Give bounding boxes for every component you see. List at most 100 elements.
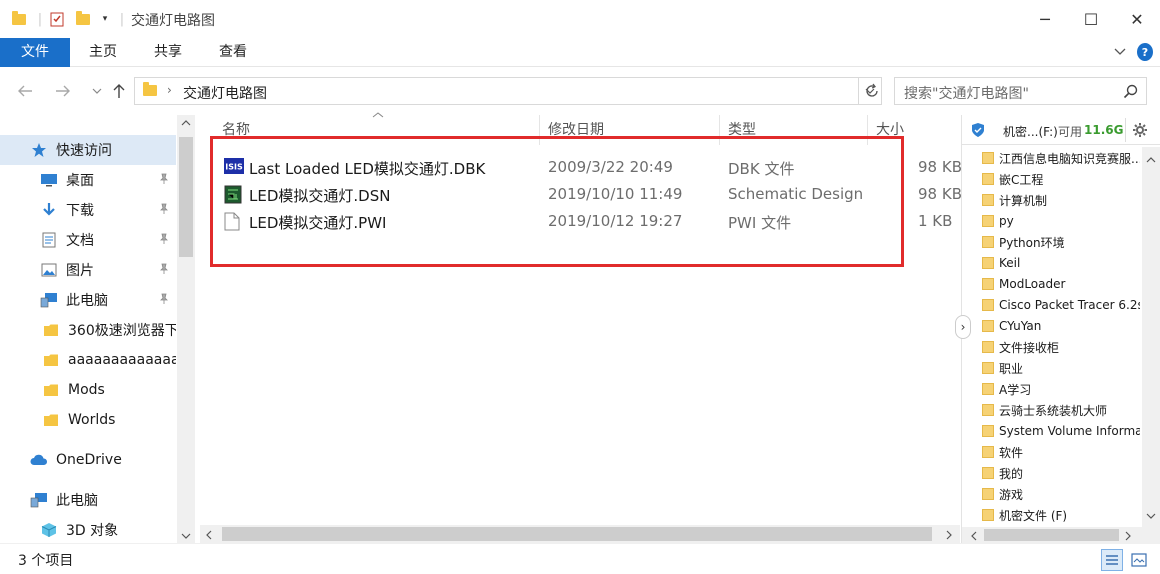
free-space-label: 可用 [1058,125,1083,139]
side-folder-item[interactable]: 游戏 [982,484,1140,504]
back-button[interactable] [14,79,36,103]
large-icons-view-icon[interactable] [1128,549,1150,571]
search-input[interactable]: 搜索"交通灯电路图" [904,83,1029,103]
horizontal-scroll-thumb[interactable] [222,527,932,541]
side-folder-item[interactable]: 计算机制 [982,190,1140,210]
maximize-button[interactable]: ☐ [1068,0,1114,38]
highlight-annotation-box [210,136,904,267]
side-folder-item[interactable]: Keil [982,253,1140,273]
tab-share[interactable]: 共享 [145,38,191,67]
side-folder-item[interactable]: System Volume Informa [982,421,1140,441]
side-folder-item[interactable]: 我的 [982,463,1140,483]
sidebar-item-label: 图片 [66,263,94,279]
sidebar-item-label: 此电脑 [56,493,98,509]
tab-home[interactable]: 主页 [80,38,126,67]
side-folder-item[interactable]: 云骑士系统装机大师 [982,400,1140,420]
side-folder-item[interactable]: 职业 [982,358,1140,378]
tab-file[interactable]: 文件 [0,38,70,67]
breadcrumb-chevron-icon[interactable]: › [167,83,172,97]
breadcrumb-current[interactable]: 交通灯电路图 [183,83,267,103]
side-scrollbar[interactable] [1142,147,1160,543]
properties-icon[interactable] [48,10,66,28]
address-bar[interactable]: › 交通灯电路图 [134,77,859,105]
folder-icon [982,278,994,290]
close-button[interactable]: ✕ [1114,0,1160,38]
pin-icon[interactable] [158,263,170,278]
folder-icon [982,299,994,311]
side-folder-item[interactable]: CYuYan [982,316,1140,336]
side-folder-label: A学习 [999,382,1032,397]
folder-icon [982,194,994,206]
sidebar-item[interactable]: aaaaaaaaaaaaaaaa [0,345,176,375]
recent-locations-button[interactable] [86,79,108,103]
sidebar-item[interactable]: 此电脑 [0,485,176,515]
side-folder-item[interactable]: 嵌C工程 [982,169,1140,189]
side-folder-item[interactable]: ModLoader [982,274,1140,294]
folder-icon [982,467,994,479]
gear-icon[interactable] [1132,122,1148,141]
new-folder-icon[interactable] [74,10,92,28]
scroll-right-icon[interactable] [945,529,953,544]
sidebar-item[interactable]: 文档 [0,225,176,255]
sidebar-item[interactable]: 3D 对象 [0,515,176,545]
scroll-left-icon[interactable] [205,529,213,544]
customize-toolbar-icon[interactable]: ▾ [98,10,112,28]
scroll-up-icon[interactable] [181,119,191,130]
side-scroll-up-icon[interactable] [1146,153,1156,168]
side-horizontal-scrollbar[interactable] [962,527,1142,543]
sidebar-item[interactable]: 桌面 [0,165,176,195]
forward-button[interactable] [52,79,74,103]
sidebar-item[interactable]: 360极速浏览器下 [0,315,176,345]
up-button[interactable] [108,79,130,103]
side-folder-item[interactable]: py [982,211,1140,231]
side-folder-label: 软件 [999,445,1024,460]
side-folder-item[interactable]: 江西信息电脑知识竞赛服... [982,148,1140,168]
pin-icon[interactable] [158,233,170,248]
side-folder-label: CYuYan [999,319,1042,333]
minimize-button[interactable]: ─ [1022,0,1068,38]
sidebar-item-label: Mods [68,382,105,398]
sidebar-item[interactable]: Mods [0,375,176,405]
chevron-down-icon[interactable] [1112,44,1128,60]
sidebar-item[interactable]: 下载 [0,195,176,225]
download-icon [40,202,58,218]
side-collapse-chevron-icon[interactable]: › [955,315,971,339]
nav-scroll-thumb[interactable] [179,137,193,257]
side-folder-item[interactable]: Cisco Packet Tracer 6.2s [982,295,1140,315]
desktop-icon [40,172,58,188]
side-folder-item[interactable]: 机密文件 (F) [982,505,1140,525]
sidebar-item[interactable]: Worlds [0,405,176,435]
file-size: 1 KB [918,212,953,230]
help-icon[interactable]: ? [1137,43,1153,61]
side-folder-label: 江西信息电脑知识竞赛服... [999,151,1140,166]
side-folder-item[interactable]: A学习 [982,379,1140,399]
folder-icon [982,509,994,521]
pin-icon[interactable] [158,173,170,188]
sidebar-item[interactable]: 快速访问 [0,135,176,165]
side-folder-item[interactable]: 文件接收柜 [982,337,1140,357]
computer-icon [40,292,58,308]
pin-icon[interactable] [158,293,170,308]
shield-icon [971,122,985,141]
sidebar-item[interactable]: 此电脑 [0,285,176,315]
folder-icon [982,173,994,185]
sidebar-item[interactable]: OneDrive [0,445,176,475]
details-view-icon[interactable] [1101,549,1123,571]
side-folder-item[interactable]: Python环境 [982,232,1140,252]
drive-label[interactable]: 机密...(F:) [1003,123,1058,140]
side-horizontal-thumb[interactable] [984,529,1119,541]
drive-side-panel: 机密...(F:) 可用 11.6G 江西信息电脑知识竞赛服... 嵌C工程 计算机… [955,115,1160,543]
tab-view[interactable]: 查看 [210,38,256,67]
scroll-down-icon[interactable] [181,529,191,544]
folder-icon [982,404,994,416]
folder-icon [143,82,157,96]
side-folder-label: ModLoader [999,277,1066,291]
search-box[interactable]: 搜索"交通灯电路图" [894,77,1147,105]
search-icon[interactable] [1123,84,1138,103]
pin-icon[interactable] [158,203,170,218]
side-folder-item[interactable]: 软件 [982,442,1140,462]
side-scroll-down-icon[interactable] [1146,509,1156,524]
status-bar: 3 个项目 [0,543,1160,574]
side-folder-label: 我的 [999,466,1024,481]
sidebar-item[interactable]: 图片 [0,255,176,285]
